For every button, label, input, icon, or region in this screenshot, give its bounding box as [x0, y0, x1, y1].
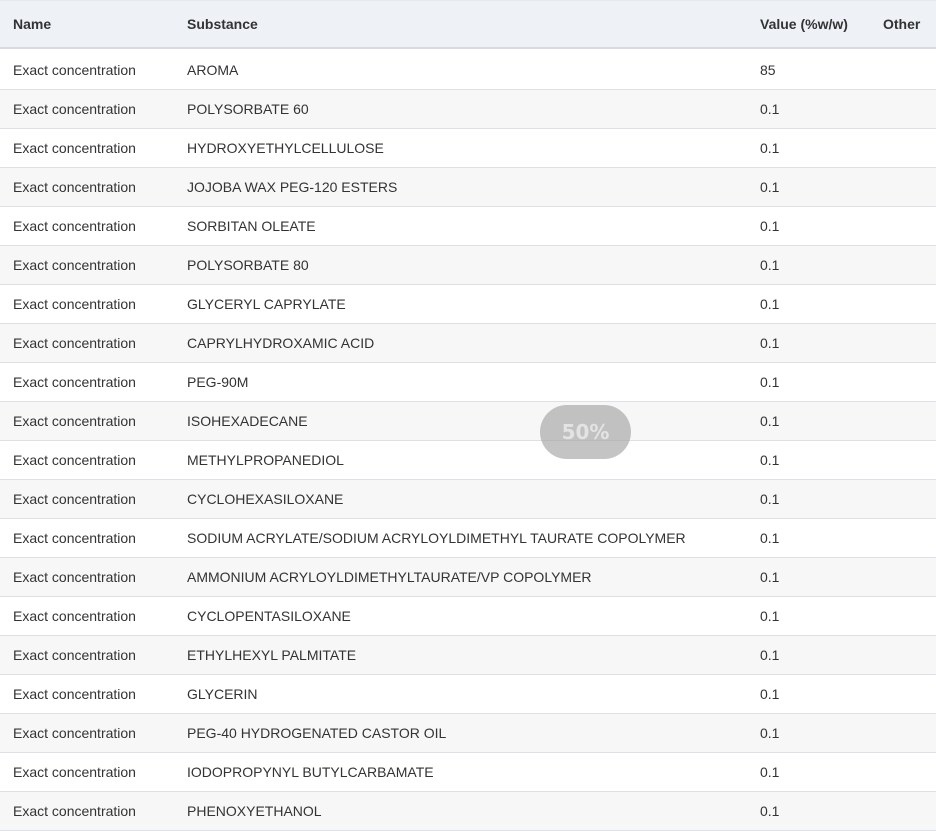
cell-value: 0.1: [760, 686, 780, 702]
cell-name: Exact concentration: [13, 725, 136, 741]
table-row: Exact concentration POLYSORBATE 60 0.1: [0, 90, 936, 129]
cell-substance: PEG-90M: [187, 374, 249, 390]
cell-value: 0.1: [760, 608, 780, 624]
cell-name: Exact concentration: [13, 335, 136, 351]
cell-value: 0.1: [760, 452, 780, 468]
cell-name: Exact concentration: [13, 257, 136, 273]
cell-substance: ETHYLHEXYL PALMITATE: [187, 647, 357, 663]
cell-value: 85: [760, 62, 776, 78]
table-header: Name Substance Value (%w/w) Other: [0, 0, 936, 49]
cell-value: 0.1: [760, 140, 780, 156]
cell-value: 0.1: [760, 803, 780, 819]
cell-value: 0.1: [760, 569, 780, 585]
cell-name: Exact concentration: [13, 491, 136, 507]
cell-substance: POLYSORBATE 80: [187, 257, 309, 273]
column-header-value[interactable]: Value (%w/w): [748, 16, 871, 32]
cell-value: 0.1: [760, 296, 780, 312]
cell-name: Exact concentration: [13, 764, 136, 780]
cell-substance: HYDROXYETHYLCELLULOSE: [187, 140, 384, 156]
cell-substance: AMMONIUM ACRYLOYLDIMETHYLTAURATE/VP COPO…: [187, 569, 592, 585]
column-header-name[interactable]: Name: [0, 16, 175, 32]
table-row: Exact concentration GLYCERIN 0.1: [0, 675, 936, 714]
cell-substance: CAPRYLHYDROXAMIC ACID: [187, 335, 375, 351]
table-row: Exact concentration IODOPROPYNYL BUTYLCAR…: [0, 753, 936, 792]
cell-value: 0.1: [760, 647, 780, 663]
cell-substance: JOJOBA WAX PEG-120 ESTERS: [187, 179, 398, 195]
cell-value: 0.1: [760, 764, 780, 780]
table-row: Exact concentration METHYLPROPANEDIOL 0.1: [0, 441, 936, 480]
cell-name: Exact concentration: [13, 62, 136, 78]
cell-value: 0.1: [760, 725, 780, 741]
table-row: Exact concentration CYCLOHEXASILOXANE 0.1: [0, 480, 936, 519]
table-row: Exact concentration CYCLOPENTASILOXANE 0.1: [0, 597, 936, 636]
cell-value: 0.1: [760, 179, 780, 195]
table-row: Exact concentration JOJOBA WAX PEG-120 ES…: [0, 168, 936, 207]
cell-substance: ISOHEXADECANE: [187, 413, 308, 429]
cell-name: Exact concentration: [13, 218, 136, 234]
cell-substance: CYCLOPENTASILOXANE: [187, 608, 351, 624]
table-row: Exact concentration PEG-40 HYDROGENATED C…: [0, 714, 936, 753]
cell-name: Exact concentration: [13, 530, 136, 546]
cell-name: Exact concentration: [13, 413, 136, 429]
table-row: Exact concentration SODIUM ACRYLATE/SODIU…: [0, 519, 936, 558]
table-row: Exact concentration SORBITAN OLEATE 0.1: [0, 207, 936, 246]
cell-name: Exact concentration: [13, 140, 136, 156]
table-row: Exact concentration HYDROXYETHYLCELLULOSE…: [0, 129, 936, 168]
cell-substance: IODOPROPYNYL BUTYLCARBAMATE: [187, 764, 434, 780]
cell-substance: METHYLPROPANEDIOL: [187, 452, 344, 468]
cell-name: Exact concentration: [13, 686, 136, 702]
table-row: Exact concentration GLYCERYL CAPRYLATE 0.1: [0, 285, 936, 324]
table-row: Exact concentration ETHYLHEXYL PALMITATE 0…: [0, 636, 936, 675]
cell-value: 0.1: [760, 530, 780, 546]
cell-value: 0.1: [760, 374, 780, 390]
cell-name: Exact concentration: [13, 647, 136, 663]
cell-substance: PHENOXYETHANOL: [187, 803, 322, 819]
cell-name: Exact concentration: [13, 101, 136, 117]
cell-value: 0.1: [760, 257, 780, 273]
cell-value: 0.1: [760, 218, 780, 234]
cell-name: Exact concentration: [13, 374, 136, 390]
table-row: Exact concentration PHENOXYETHANOL 0.1: [0, 792, 936, 831]
cell-name: Exact concentration: [13, 803, 136, 819]
cell-name: Exact concentration: [13, 608, 136, 624]
cell-name: Exact concentration: [13, 179, 136, 195]
cell-name: Exact concentration: [13, 452, 136, 468]
cell-name: Exact concentration: [13, 569, 136, 585]
cell-value: 0.1: [760, 491, 780, 507]
cell-substance: AROMA: [187, 62, 239, 78]
cell-substance: CYCLOHEXASILOXANE: [187, 491, 344, 507]
column-header-other[interactable]: Other: [871, 16, 936, 32]
cell-value: 0.1: [760, 101, 780, 117]
table-body: Exact concentration AROMA 85 Exact concentr…: [0, 51, 936, 831]
cell-value: 0.1: [760, 335, 780, 351]
table-row: Exact concentration AMMONIUM ACRYLOYLDIME…: [0, 558, 936, 597]
cell-substance: GLYCERYL CAPRYLATE: [187, 296, 346, 312]
table-row: Exact concentration ISOHEXADECANE 0.1: [0, 402, 936, 441]
table-row: Exact concentration AROMA 85: [0, 51, 936, 90]
table-row: Exact concentration CAPRYLHYDROXAMIC ACID…: [0, 324, 936, 363]
cell-value: 0.1: [760, 413, 780, 429]
zoom-level-badge: 50%: [540, 405, 631, 459]
cell-substance: SODIUM ACRYLATE/SODIUM ACRYLOYLDIMETHYL …: [187, 530, 686, 546]
cell-substance: POLYSORBATE 60: [187, 101, 309, 117]
cell-substance: GLYCERIN: [187, 686, 258, 702]
column-header-substance[interactable]: Substance: [175, 16, 748, 32]
cell-substance: SORBITAN OLEATE: [187, 218, 316, 234]
cell-substance: PEG-40 HYDROGENATED CASTOR OIL: [187, 725, 447, 741]
table-row: Exact concentration PEG-90M 0.1: [0, 363, 936, 402]
cell-name: Exact concentration: [13, 296, 136, 312]
table-row: Exact concentration POLYSORBATE 80 0.1: [0, 246, 936, 285]
